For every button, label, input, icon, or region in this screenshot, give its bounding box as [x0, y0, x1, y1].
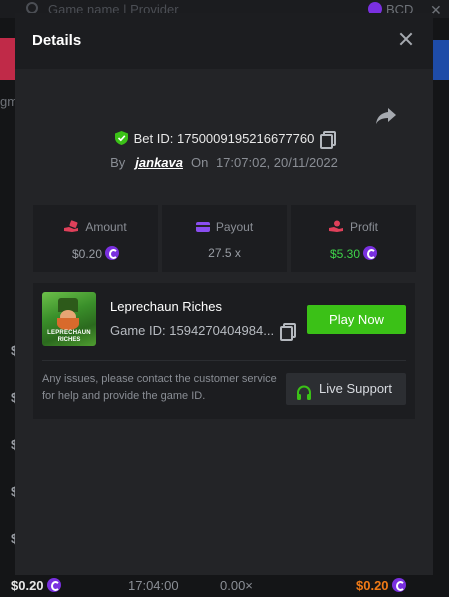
amount-value: $0.20 — [33, 246, 158, 261]
bet-hand-icon — [64, 220, 79, 236]
game-card: LEPRECHAUN RICHES Leprechaun Riches Game… — [33, 283, 415, 419]
by-line: By jankava On 17:07:02, 20/11/2022 — [15, 155, 433, 170]
bet-row: $0.20 17:04:00 0.00× $0.20 — [0, 575, 449, 597]
bet-details-modal: Details Bet ID: 1750009195216677760 By ja… — [15, 13, 433, 575]
coin-icon — [391, 578, 406, 592]
bet-multiplier: 0.00× — [220, 578, 253, 593]
by-label: By — [110, 155, 126, 170]
modal-title: Details — [32, 32, 82, 49]
bet-amount: $0.20 — [11, 575, 61, 597]
divider — [42, 360, 406, 361]
coin-icon — [105, 246, 120, 260]
modal-header: Details — [15, 13, 433, 69]
game-id-line: Game ID: 1594270404984... — [110, 323, 297, 341]
username-link[interactable]: jankava — [135, 155, 183, 170]
game-id-label: Game ID: — [110, 323, 166, 338]
profit-label: Profit — [349, 220, 378, 234]
bet-id-line: Bet ID: 1750009195216677760 — [15, 131, 433, 149]
profit-stat: Profit $5.30 — [291, 205, 416, 272]
bet-time: 17:04:00 — [128, 578, 179, 593]
payout-stat: Payout 27.5 x — [162, 205, 287, 272]
headset-icon — [296, 381, 312, 413]
amount-stat: Amount $0.20 — [33, 205, 158, 272]
play-now-button[interactable]: Play Now — [307, 305, 406, 334]
bet-id-label: Bet ID: — [133, 131, 174, 146]
thumb-title-2: RICHES — [57, 337, 81, 343]
on-label: On — [190, 155, 209, 170]
copy-icon[interactable] — [280, 323, 297, 341]
profit-hand-icon — [328, 220, 344, 236]
live-support-button[interactable]: Live Support — [286, 373, 406, 405]
thumb-title-1: LEPRECHAUN — [47, 330, 91, 336]
banner-right — [433, 40, 449, 80]
profit-value: $5.30 — [291, 246, 416, 261]
game-thumbnail[interactable]: LEPRECHAUN RICHES — [42, 292, 96, 346]
coin-icon — [363, 246, 378, 260]
payout-value: 27.5 x — [208, 246, 241, 260]
payout-label: Payout — [215, 220, 254, 234]
copy-icon[interactable] — [320, 131, 337, 149]
game-id-value: 1594270404984... — [169, 323, 275, 338]
bet-id-value: 1750009195216677760 — [177, 131, 315, 146]
amount-label: Amount — [85, 220, 127, 234]
stats-row: Amount $0.20 Payout 27.5 x Profit $5.30 — [33, 205, 416, 272]
live-support-label: Live Support — [319, 381, 392, 396]
support-text: Any issues, please contact the customer … — [42, 373, 277, 402]
bet-datetime: 17:07:02, 20/11/2022 — [215, 155, 338, 170]
game-name: Leprechaun Riches — [110, 299, 223, 314]
shield-check-icon — [114, 131, 128, 148]
share-icon[interactable] — [375, 107, 397, 125]
wallet-icon — [195, 221, 210, 236]
bet-profit: $0.20 — [356, 575, 406, 597]
close-icon[interactable] — [397, 30, 415, 48]
coin-icon — [46, 578, 61, 592]
banner-left — [0, 38, 16, 80]
